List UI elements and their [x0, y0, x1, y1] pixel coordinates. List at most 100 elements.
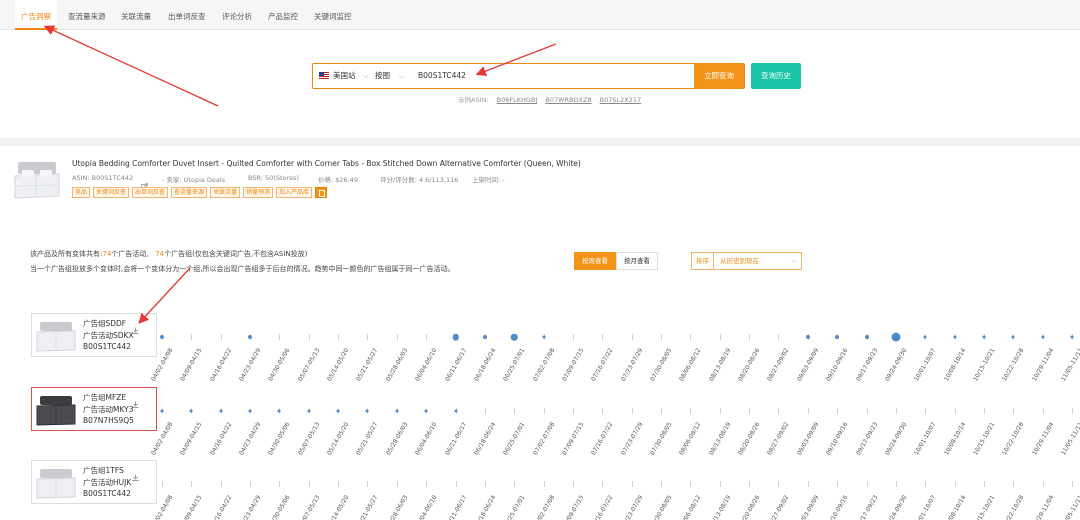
activity-dot[interactable]: [542, 335, 546, 339]
activity-dot[interactable]: [454, 409, 458, 413]
timeline-tick: [631, 408, 633, 414]
activity-dot[interactable]: [277, 409, 281, 413]
week-label: 06/18-06/24: [472, 494, 498, 520]
activity-dot[interactable]: [248, 335, 253, 339]
chevron-down-icon: ⌵: [791, 257, 796, 264]
week-label: 08/13-08/19: [707, 347, 733, 383]
activity-dot[interactable]: [982, 335, 986, 339]
activity-dot[interactable]: [452, 333, 459, 341]
sort-select[interactable]: 排序 从历史到现在 ⌵: [691, 252, 802, 270]
product-title[interactable]: Utopia Bedding Comforter Duvet Insert - …: [72, 159, 581, 168]
tab-ad-insight[interactable]: 广告洞察: [15, 0, 57, 30]
week-label: 06/11-06/17: [443, 494, 468, 520]
week-label: 10/15-10/21: [971, 494, 997, 520]
tag-related-traffic[interactable]: 关联流量: [210, 187, 241, 198]
tab-review-analysis[interactable]: 评论分析: [222, 0, 252, 30]
activity-dot[interactable]: [835, 335, 840, 339]
timeline-tick: [837, 481, 839, 487]
activity-dot[interactable]: [1070, 335, 1074, 339]
activity-dot[interactable]: [1011, 335, 1015, 339]
activity-dot[interactable]: [307, 409, 311, 413]
tab-traffic-source[interactable]: 查流量来源: [68, 0, 106, 30]
history-button[interactable]: 查询历史: [751, 63, 801, 89]
week-label: 04/09-04/15: [179, 494, 204, 520]
activity-dot[interactable]: [336, 409, 340, 413]
timeline-tick: [602, 408, 604, 414]
variant-asin: B00S1TC442: [83, 489, 131, 498]
week-label: 06/18-06/24: [472, 421, 498, 457]
week-label: 09/03-09/09: [795, 421, 821, 457]
activity-dot[interactable]: [160, 335, 164, 339]
site-select[interactable]: 美国站: [333, 64, 356, 88]
activity-dot[interactable]: [864, 335, 869, 339]
tag-sales-forecast[interactable]: 销量预测: [243, 187, 274, 198]
ad-group-card[interactable]: 广告组1TFS 广告活动HUJK B00S1TC442: [31, 460, 157, 504]
product-bsr: BSR: 50(Stores): [248, 174, 299, 182]
week-label: 07/09-07/15: [560, 494, 586, 520]
activity-dot[interactable]: [424, 409, 428, 413]
timeline-tick: [426, 481, 428, 487]
week-label: 06/04-06/10: [414, 347, 439, 383]
ad-group-card[interactable]: 广告组MFZE 广告活动MKY3 B07N7HS9Q5: [31, 387, 157, 431]
variant-asin: B07N7HS9Q5: [83, 416, 134, 425]
by-week-button[interactable]: 按周查看: [574, 252, 616, 270]
activity-dot[interactable]: [805, 335, 810, 339]
week-label: 08/06-08/12: [678, 347, 703, 383]
tab-related-traffic[interactable]: 关联流量: [121, 0, 151, 30]
external-link-icon[interactable]: [141, 175, 148, 190]
timeline-tick: [631, 481, 633, 487]
week-label: 08/27-09/02: [766, 421, 791, 457]
activity-dot[interactable]: [219, 409, 223, 413]
activity-dot[interactable]: [395, 409, 399, 413]
activity-dot[interactable]: [189, 409, 193, 413]
week-label: 10/15-10/21: [971, 421, 997, 457]
tag-keyword-reverse[interactable]: 关键词反查: [93, 187, 130, 198]
activity-dot[interactable]: [482, 335, 487, 339]
activity-dot[interactable]: [953, 335, 957, 339]
activity-dot[interactable]: [365, 409, 369, 413]
copy-icon[interactable]: [315, 187, 328, 198]
timeline-tick: [895, 408, 897, 414]
timeline-tick: [514, 481, 516, 487]
activity-dot[interactable]: [160, 409, 164, 413]
ad-campaign-name: 广告活动HUJK: [83, 478, 132, 487]
activity-dot[interactable]: [1041, 335, 1045, 339]
week-label: 06/18-06/24: [472, 347, 498, 383]
tag-traffic-source[interactable]: 查流量来源: [171, 187, 208, 198]
download-icon[interactable]: [132, 393, 139, 408]
tab-keyword-monitor[interactable]: 关键词监控: [314, 0, 352, 30]
tag-order-keywords[interactable]: 出单词反查: [132, 187, 169, 198]
download-icon[interactable]: [132, 319, 139, 334]
tab-product-monitor[interactable]: 产品监控: [268, 0, 298, 30]
week-label: 10/22-10/28: [1001, 494, 1026, 520]
variant-image: [35, 465, 77, 501]
activity-dot[interactable]: [511, 333, 518, 341]
tab-order-keywords[interactable]: 出单词反查: [168, 0, 206, 30]
week-label: 05/07-05/13: [296, 494, 322, 520]
week-label: 05/07-05/13: [296, 347, 322, 383]
activity-dot[interactable]: [923, 335, 927, 339]
asin-input[interactable]: B00S1TC442: [418, 64, 466, 88]
week-label: 11/05-11/11: [1060, 494, 1080, 520]
week-label: 05/14-05/20: [326, 494, 351, 520]
week-label: 10/08-10/14: [942, 347, 968, 383]
summary-line-1: 该产品及所有变体共有:74个广告活动, 74个广告组(仅包含关键词广告,不包含A…: [30, 250, 308, 258]
search-button[interactable]: 立即查询: [694, 63, 744, 89]
ad-group-card[interactable]: 广告组SDDF 广告活动SDKX B00S1TC442: [31, 313, 157, 357]
tag-add-library[interactable]: 加入产品库: [276, 187, 313, 198]
activity-dot[interactable]: [248, 409, 252, 413]
week-label: 05/21-05/27: [355, 347, 380, 383]
week-label: 07/23-07/29: [619, 494, 645, 520]
download-icon[interactable]: [132, 466, 139, 481]
activity-dot[interactable]: [891, 332, 901, 342]
example-asin-link[interactable]: B08FLKHGBJ: [497, 96, 538, 104]
timeline-tick: [837, 408, 839, 414]
ad-activity-timeline: 04/02-04/08 04/09-04/15 04/16-04/22 04/23-0…: [150, 408, 1080, 471]
product-listed: 上架时间: -: [472, 176, 505, 184]
example-asin-link[interactable]: B07SL2X217: [600, 96, 641, 104]
mode-select[interactable]: 按图: [375, 64, 390, 88]
product-image: [12, 156, 62, 202]
example-asin-link[interactable]: B07WRBDXZ8: [545, 96, 591, 104]
tag-competitor[interactable]: 竞品: [72, 187, 91, 198]
by-month-button[interactable]: 按月查看: [616, 252, 658, 270]
